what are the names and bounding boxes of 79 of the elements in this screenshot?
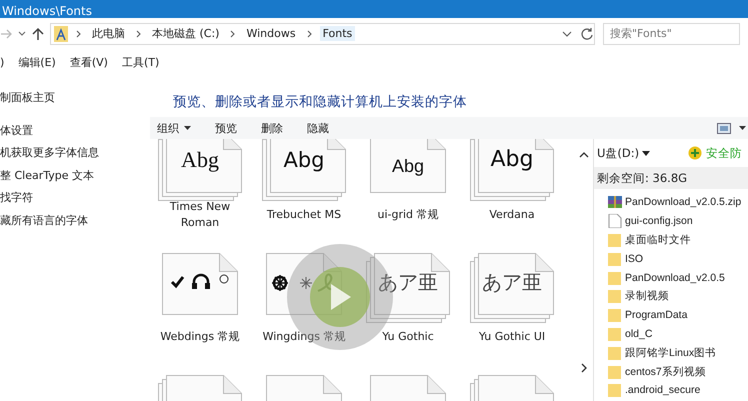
file-name[interactable]: PanDownload_v2.0.5.zip — [625, 196, 742, 208]
file-name[interactable]: 录制视频 — [625, 289, 669, 304]
font-sample: あア亜 — [482, 269, 542, 295]
menu-item[interactable]: 查看(V) — [70, 54, 108, 70]
refresh-icon[interactable] — [580, 26, 594, 41]
file-icon — [608, 214, 622, 228]
sidebar-link[interactable]: 找字符 — [0, 187, 150, 210]
font-name: Wingdings 常规 — [262, 329, 346, 345]
folder-icon — [608, 270, 622, 285]
window-title: Windows\Fonts — [2, 4, 92, 18]
sidebar-link[interactable]: 体设置 — [0, 120, 150, 142]
folder-icon — [608, 308, 622, 322]
menu-item[interactable]: ) — [0, 56, 4, 69]
symbol-sample-drawing — [170, 273, 230, 291]
font-sample: Abg — [181, 147, 219, 173]
file-name[interactable]: ProgramData — [625, 309, 688, 322]
breadcrumb[interactable]: Windows — [243, 26, 299, 42]
drive-selector[interactable]: U盘(D:) — [597, 146, 650, 160]
free-space-label: 剩余空间: 36.8G — [594, 167, 748, 189]
toolbar-button[interactable]: 删除 — [261, 120, 283, 136]
font-sample: Abg — [392, 155, 424, 178]
folder-icon — [608, 232, 622, 247]
dropdown-caret-icon[interactable] — [739, 126, 746, 130]
file-name[interactable]: 桌面临时文件 — [625, 232, 691, 247]
menu-item[interactable]: 工具(T) — [122, 54, 160, 70]
font-family-icon — [366, 253, 450, 323]
font-sample: あア亜 — [378, 269, 438, 295]
breadcrumb[interactable]: Fonts — [320, 26, 356, 42]
file-name[interactable]: .android_secure — [625, 384, 700, 396]
play-icon — [329, 284, 351, 310]
toolbar-button[interactable]: 预览 — [215, 120, 237, 136]
chevron-icon — [230, 30, 236, 38]
sidebar-link[interactable]: 藏所有语言的字体 — [0, 210, 150, 232]
file-name[interactable]: PanDownload_v2.0.5 — [625, 272, 725, 284]
dropdown-caret-icon[interactable] — [18, 30, 26, 38]
chevron-icon — [136, 30, 141, 38]
file-name[interactable]: 跟阿铭学Linux图书 — [625, 346, 716, 360]
font-name: Verdana — [488, 207, 536, 223]
font-name: ui-grid 常规 — [376, 207, 440, 223]
font-file-icon — [162, 253, 238, 315]
sidebar-link[interactable]: 制面板主页 — [0, 87, 150, 110]
dropdown-caret-icon — [184, 126, 191, 130]
font-name: Webdings 常规 — [159, 329, 241, 345]
sidebar-link[interactable]: 整 ClearType 文本 — [0, 164, 150, 187]
view-icon[interactable] — [717, 122, 731, 134]
folder-icon — [608, 383, 622, 398]
breadcrumb[interactable]: 本地磁盘 (C:) — [149, 25, 222, 42]
file-name[interactable]: old_C — [625, 328, 652, 340]
toolbar-button[interactable]: 隐藏 — [307, 120, 329, 136]
page-heading: 预览、删除或者显示和隐藏计算机上安装的字体 — [173, 93, 468, 112]
font-name: Times New Roman — [168, 199, 232, 231]
folder-icon — [608, 346, 622, 360]
font-name: Yu Gothic — [381, 329, 435, 345]
font-name: Trebuchet MS — [266, 207, 342, 223]
breadcrumb[interactable]: 此电脑 — [89, 25, 128, 42]
scroll-up-icon[interactable] — [579, 151, 589, 159]
search-field[interactable]: 搜索"Fonts" — [603, 22, 740, 45]
font-sample: Abg — [490, 147, 534, 173]
file-name[interactable]: ISO — [625, 252, 644, 265]
font-name: Yu Gothic UI — [478, 329, 546, 345]
dropdown-caret-icon — [642, 150, 650, 156]
sidebar-link[interactable]: 机获取更多字体信息 — [0, 142, 150, 164]
folder-icon — [608, 364, 622, 379]
up-arrow-icon[interactable] — [32, 26, 44, 41]
chevron-icon — [306, 30, 312, 38]
menu-item[interactable]: 编辑(E) — [18, 54, 56, 70]
file-name[interactable]: centos7系列视频 — [625, 364, 706, 379]
archive-icon — [608, 195, 622, 210]
folder-icon — [608, 289, 622, 304]
address-bar[interactable]: 此电脑 本地磁盘 (C:) Windows Fonts — [50, 22, 595, 45]
folder-icon — [608, 326, 622, 341]
folder-icon — [608, 252, 622, 266]
font-family-icon — [470, 253, 554, 323]
file-name[interactable]: gui-config.json — [625, 215, 693, 228]
chevron-icon — [76, 30, 81, 38]
fonts-folder-icon — [54, 26, 68, 42]
toolbar-button[interactable]: 组织 — [157, 120, 191, 136]
font-sample: Abg — [283, 147, 325, 173]
dropdown-caret-icon[interactable] — [562, 30, 572, 37]
